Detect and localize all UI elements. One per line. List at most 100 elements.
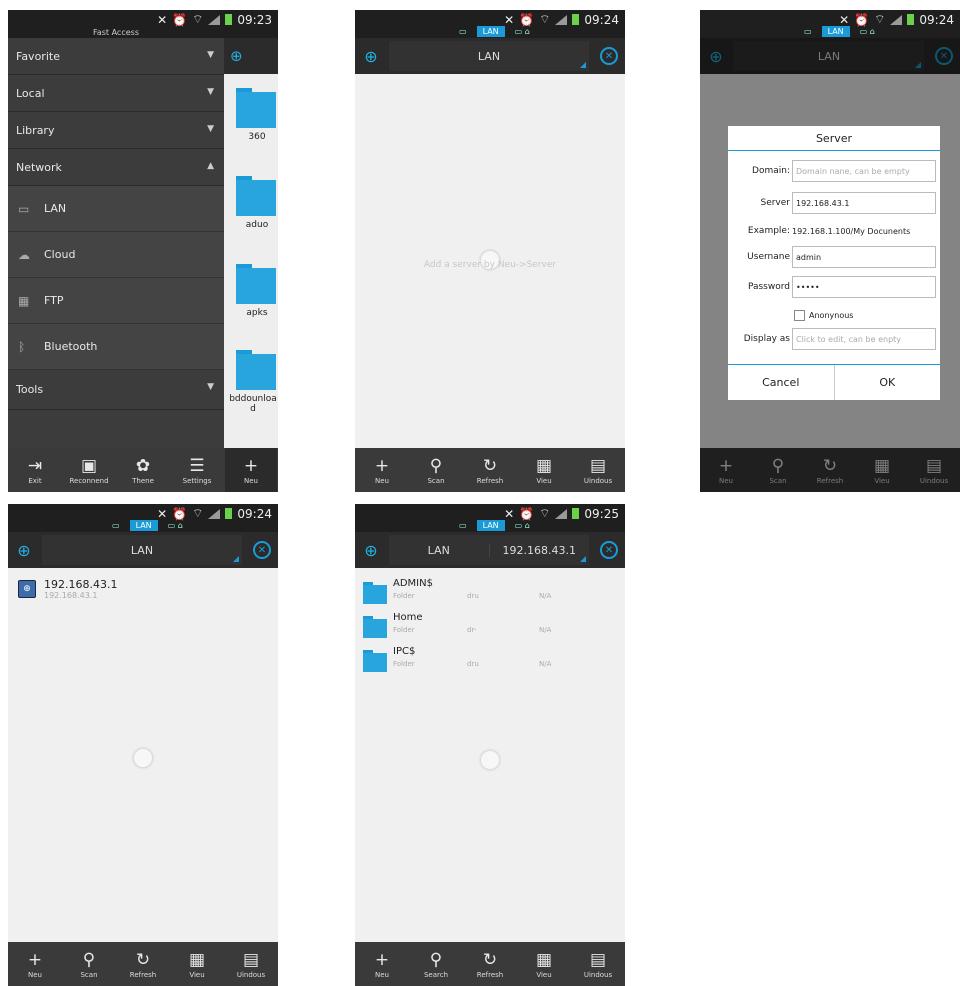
folder-icon[interactable] [236,88,276,128]
empty-hint: Add a server by Neu->Server [423,260,557,270]
close-icon: ✕ [253,541,271,559]
search-button[interactable]: ⚲ Search [410,949,462,979]
quick-tab-other[interactable]: ▭ ⌂ [854,26,881,37]
domain-input[interactable]: Domain nane, can be empty [792,160,936,182]
mute-icon: ✕ [504,506,515,521]
chevron-down-icon: ▼ [207,50,214,60]
drawer-item-cloud[interactable]: ☁ Cloud [8,232,224,278]
list-item[interactable]: ADMIN$ Folder dru N/A [363,576,613,608]
drawer-item-lan[interactable]: ▭ LAN [8,186,224,232]
folder-type: Folder [393,660,415,668]
anonymous-checkbox[interactable] [794,310,805,321]
close-button[interactable]: ✕ [597,44,621,68]
quick-tab-local[interactable]: ▭ [798,26,818,37]
quick-tab-local[interactable]: ▭ [453,26,473,37]
fast-access-icon[interactable]: ⊕ [355,38,387,74]
drawer-favorite[interactable]: Favorite ▼ [8,38,224,75]
ok-button[interactable]: OK [835,365,941,400]
refresh-button[interactable]: ↻ Refresh [464,949,516,979]
corner-indicator [233,556,239,562]
folder-icon[interactable] [236,176,276,216]
path-bar[interactable]: LAN [42,535,242,565]
username-input[interactable]: admin [792,246,936,268]
list-item[interactable]: Home Folder dr- N/A [363,610,613,642]
exit-button[interactable]: ⇥ Exit [9,455,61,485]
new-button[interactable]: + Neu [356,949,408,979]
new-button[interactable]: + Neu [356,455,408,485]
folder-label: 360 [248,132,266,142]
windows-button[interactable]: ▤ Uindous [572,455,624,485]
password-input[interactable]: ••••• [792,276,936,298]
refresh-button[interactable]: ↻ Refresh [464,455,516,485]
settings-button[interactable]: ☰ Settings [171,455,223,485]
quick-tab-local[interactable]: ▭ [453,520,473,531]
fast-access-icon[interactable]: ⊕ [355,532,387,568]
quick-tab-lan[interactable]: LAN [476,26,505,37]
view-button[interactable]: ▦ Vieu [171,949,223,979]
quick-tabs: ▭ LAN ▭ ⌂ [106,520,189,531]
windows-button[interactable]: ▤ Uindous [572,949,624,979]
fast-access-icon[interactable]: ⊕ [8,532,40,568]
drawer-local[interactable]: Local ▼ [8,75,224,112]
close-button[interactable]: ✕ [250,538,274,562]
quick-tab-other[interactable]: ▭ ⌂ [509,26,536,37]
mute-icon: ✕ [504,12,515,27]
drawer-tools[interactable]: Tools ▼ [8,370,224,410]
quick-tab-other[interactable]: ▭ ⌂ [509,520,536,531]
example-row: Example: 192.168.1.100/My Docunents [728,220,940,242]
path-segment-server[interactable]: 192.168.43.1 [488,543,590,557]
server-input[interactable]: 192.168.43.1 [792,192,936,214]
list-item[interactable]: IPC$ Folder dru N/A [363,644,613,676]
folder-icon[interactable] [236,264,276,304]
drawer-label: Network [16,160,62,174]
signal-icon [555,508,568,519]
button-label: Refresh [476,477,504,485]
new-button[interactable]: + Neu [9,949,61,979]
scan-button[interactable]: ⚲ Scan [63,949,115,979]
fast-access-icon[interactable]: ⊕ [224,38,278,74]
view-button[interactable]: ▦ Vieu [518,455,570,485]
quick-tab-lan[interactable]: LAN [821,26,850,37]
path-bar[interactable]: LAN [389,41,589,71]
folder-icon [363,616,387,638]
path-segment-lan[interactable]: LAN [389,50,589,63]
path-segment-lan[interactable]: LAN [389,544,489,557]
drawer-item-ftp[interactable]: ▦ FTP [8,278,224,324]
view-button[interactable]: ▦ Vieu [518,949,570,979]
cloud-icon: ☁ [18,247,30,262]
folder-permissions: dr- [467,626,477,634]
close-button[interactable]: ✕ [597,538,621,562]
anonymous-row[interactable]: Anonynous [794,310,853,321]
quick-tab-local[interactable]: ▭ [106,520,126,531]
settings-icon: ☰ [189,456,205,476]
new-icon: + [374,950,390,970]
display-input[interactable]: Click to edit, can be enpty [792,328,936,350]
chevron-up-icon: ▲ [207,161,214,171]
server-dialog: Server Domain: Domain nane, can be empty… [728,126,940,400]
refresh-icon: ↻ [135,950,151,970]
new-button[interactable]: + Neu [225,448,277,492]
folder-icon[interactable] [236,350,276,390]
new-icon: + [374,456,390,476]
server-entry[interactable]: ⊕ 192.168.43.1 192.168.43.1 [18,578,117,600]
scan-button[interactable]: ⚲ Scan [410,455,462,485]
signal-icon [208,14,221,25]
theme-button[interactable]: ✿ Thene [117,455,169,485]
folder-icon [363,650,387,672]
quick-tab-lan[interactable]: LAN [476,520,505,531]
drawer-library[interactable]: Library ▼ [8,112,224,149]
drawer-label: Bluetooth [44,340,98,353]
path-bar[interactable]: LAN 192.168.43.1 [389,535,589,565]
drawer-item-bluetooth[interactable]: ᛒ Bluetooth [8,324,224,370]
quick-tab-other[interactable]: ▭ ⌂ [162,520,189,531]
scan-icon: ⚲ [429,456,443,476]
refresh-button[interactable]: ↻ Refresh [117,949,169,979]
quick-tab-lan[interactable]: LAN [129,520,158,531]
windows-button[interactable]: ▤ Uindous [225,949,277,979]
cancel-button[interactable]: Cancel [728,365,835,400]
drawer-network[interactable]: Network ▲ [8,149,224,186]
username-label: Usernane [747,252,790,262]
path-segment-lan[interactable]: LAN [42,544,242,557]
signal-icon [208,508,221,519]
recommend-button[interactable]: ▣ Reconnend [63,455,115,485]
